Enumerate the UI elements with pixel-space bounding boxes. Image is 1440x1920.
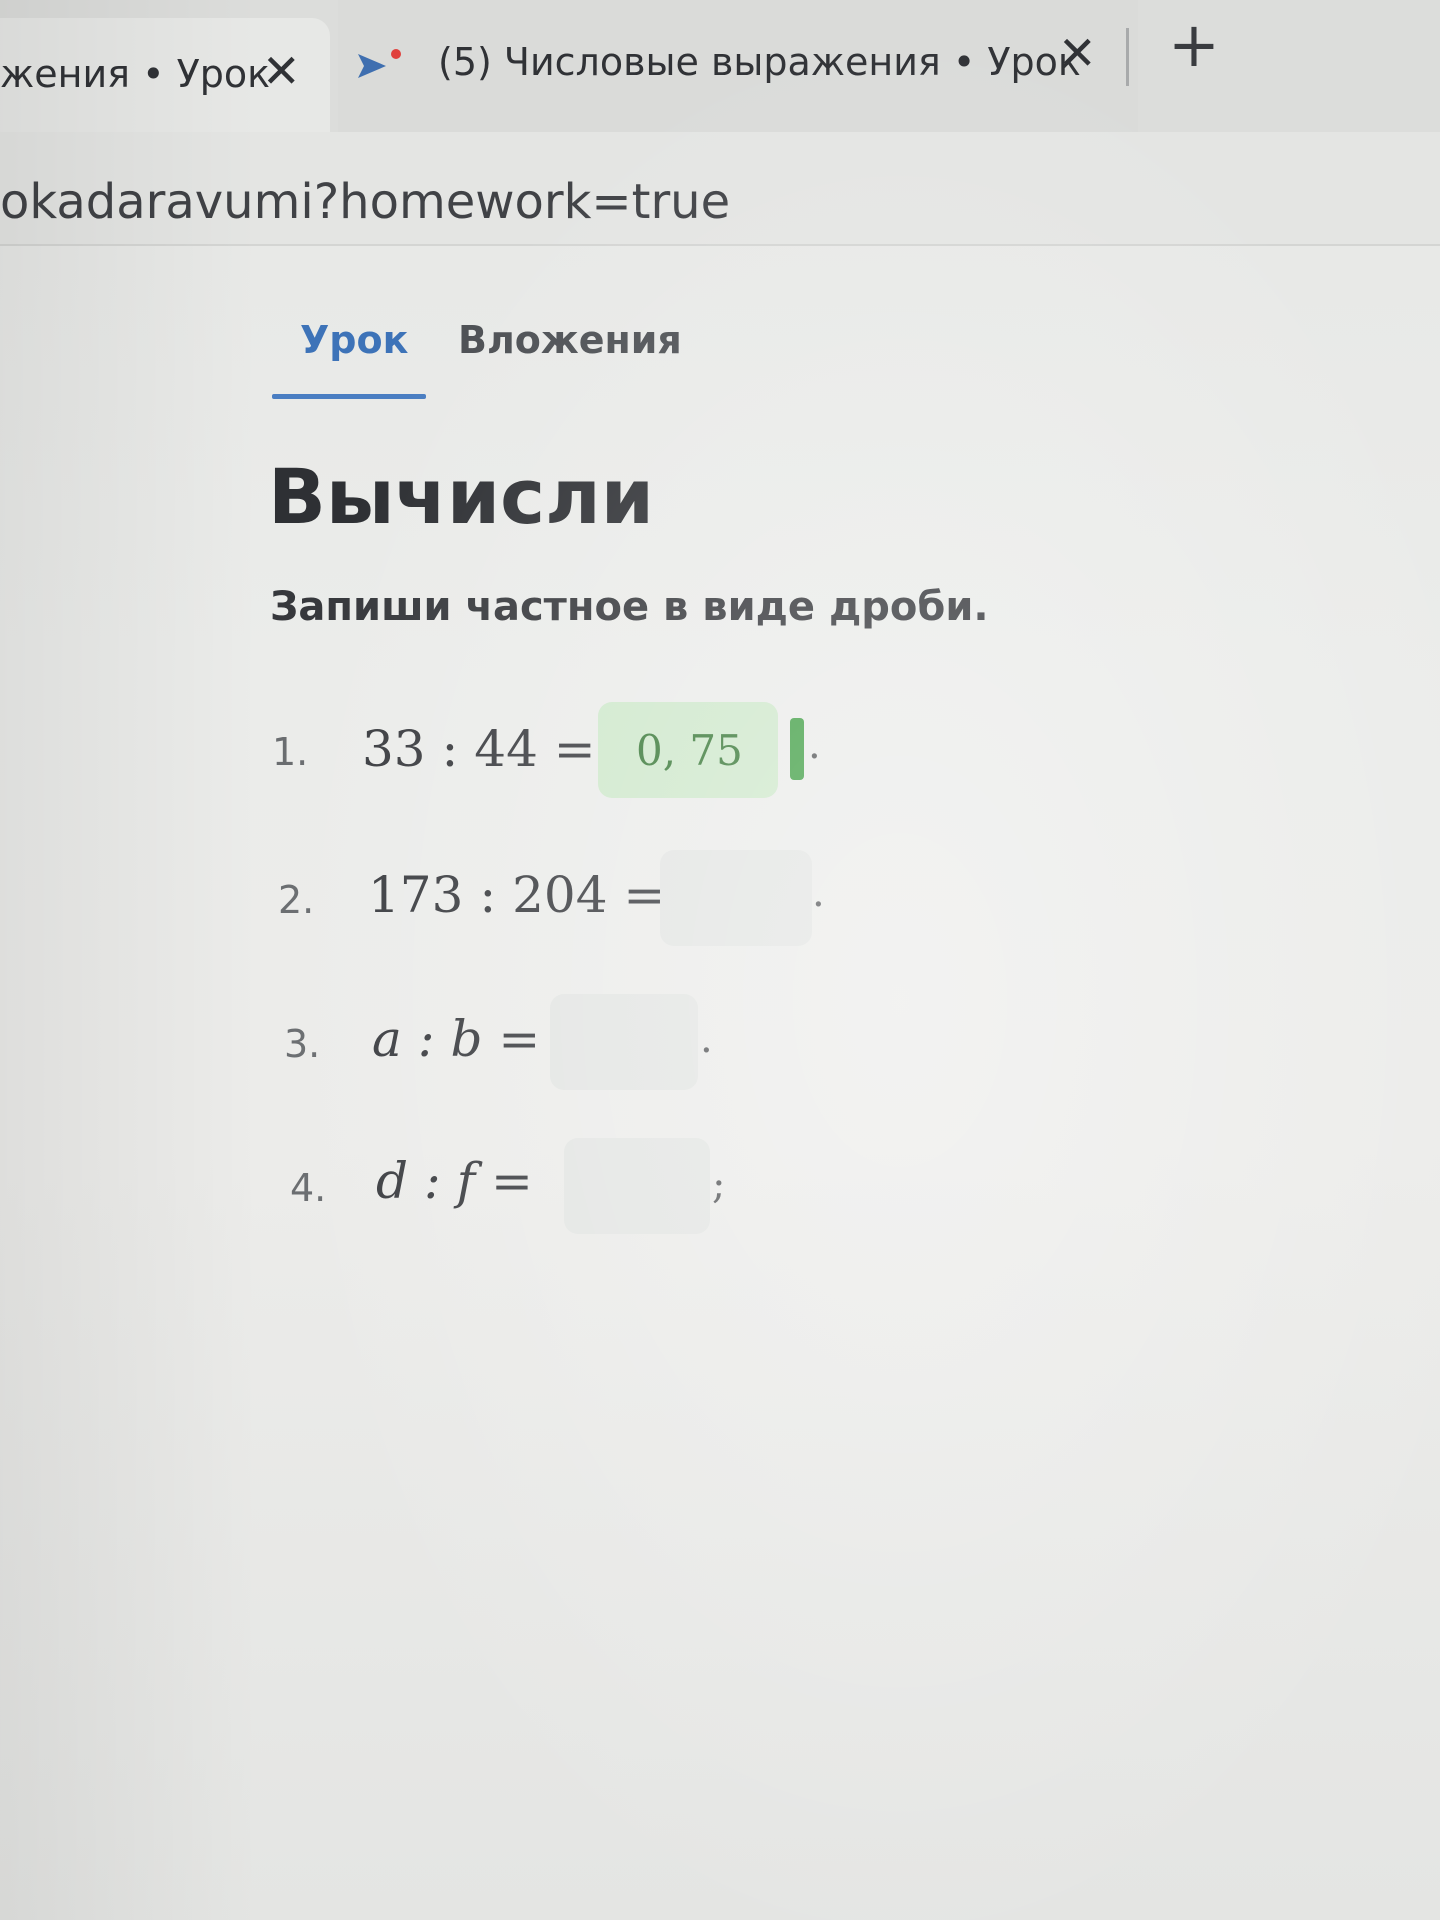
task-1-answer-value: 0, 75: [636, 726, 743, 775]
plus-icon[interactable]: +: [1168, 14, 1220, 76]
task-1-end-punctuation: .: [808, 722, 821, 768]
active-tab-indicator: [272, 394, 426, 399]
task-2-expression: 173 : 204 =: [368, 866, 666, 924]
url-text[interactable]: okadaravumi?homework=true: [0, 174, 730, 230]
task-3-answer-field[interactable]: [550, 994, 698, 1090]
site-favicon-icon: [358, 49, 401, 78]
close-icon[interactable]: ✕: [1058, 26, 1097, 80]
text-cursor: [790, 718, 804, 780]
task-2-answer-field[interactable]: [660, 850, 812, 946]
task-3-end-punctuation: .: [700, 1016, 713, 1062]
task-2-end-punctuation: .: [812, 870, 825, 916]
address-bar[interactable]: okadaravumi?homework=true: [0, 132, 1440, 246]
task-4-number: 4.: [290, 1166, 327, 1210]
task-3-expression: a : b =: [372, 1010, 541, 1068]
task-4-answer-field[interactable]: [564, 1138, 710, 1234]
browser-tab-2-title: (5) Числовые выражения • Урок: [438, 40, 1081, 84]
task-2-number: 2.: [278, 878, 315, 922]
task-instruction: Запиши частное в виде дроби.: [270, 584, 989, 630]
browser-tab-1[interactable]: жения • Урок ✕: [0, 18, 330, 132]
task-4-end-punctuation: ;: [712, 1162, 726, 1208]
task-3-number: 3.: [284, 1022, 321, 1066]
screen: жения • Урок ✕ (5) Числовые выражения • …: [0, 0, 1440, 1920]
close-icon[interactable]: ✕: [262, 44, 301, 98]
page-title: Вычисли: [268, 452, 655, 541]
browser-tab-1-title: жения • Урок: [0, 52, 271, 96]
tab-lesson[interactable]: Урок: [300, 318, 408, 362]
browser-tab-strip: жения • Урок ✕ (5) Числовые выражения • …: [0, 0, 1440, 132]
tab-attachments[interactable]: Вложения: [458, 318, 682, 362]
tab-divider: [1126, 28, 1129, 86]
task-1-number: 1.: [272, 730, 309, 774]
task-1-expression: 33 : 44 =: [362, 720, 596, 778]
task-4-expression: d : f =: [376, 1152, 533, 1210]
lighting-overlay: [0, 0, 1440, 1920]
